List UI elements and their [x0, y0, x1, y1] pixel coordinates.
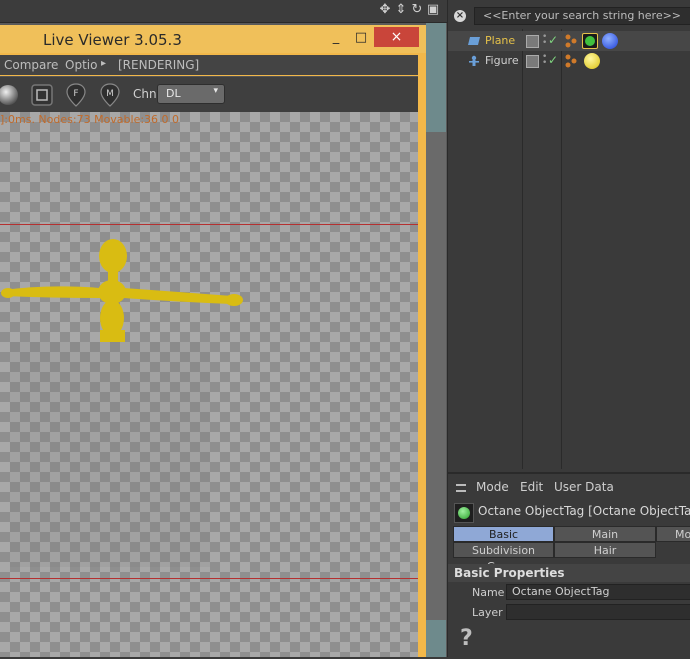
tab-basic[interactable]: Basic: [453, 526, 554, 542]
tab-main[interactable]: Main: [554, 526, 656, 542]
tab-hair[interactable]: Hair: [554, 542, 656, 558]
render-viewport[interactable]: ]:0ms. Nodes:73 Movable:36 0 0: [0, 112, 418, 657]
region-render-icon[interactable]: [30, 83, 54, 107]
attribute-manager: Mode Edit User Data Octane ObjectTag [Oc…: [448, 472, 690, 659]
menu-options[interactable]: Optio: [65, 58, 97, 72]
dolly-view-icon[interactable]: ⇕: [394, 3, 408, 17]
menu-mode[interactable]: Mode: [476, 480, 509, 494]
layer-label: Layer: [472, 606, 503, 619]
focus-pick-icon[interactable]: F: [64, 83, 88, 107]
section-header: Basic Properties: [448, 564, 690, 582]
menu-edit[interactable]: Edit: [520, 480, 543, 494]
maximize-button[interactable]: □: [349, 29, 373, 47]
c4d-viewport-edge-top: [426, 22, 446, 132]
minimize-button[interactable]: _: [324, 29, 348, 47]
search-input[interactable]: <<Enter your search string here>>: [474, 7, 690, 25]
menu-user-data[interactable]: User Data: [554, 480, 614, 494]
window-title: Live Viewer 3.05.3: [43, 31, 182, 49]
layer-field[interactable]: [506, 604, 690, 620]
right-panel: × <<Enter your search string here>> Plan…: [447, 0, 690, 659]
layer-dots-icon[interactable]: • •: [542, 33, 547, 48]
octane-object-tag-icon: [454, 503, 474, 523]
menu-compare[interactable]: Compare: [4, 58, 58, 72]
rotate-view-icon[interactable]: ↻: [410, 3, 424, 17]
object-name-plane[interactable]: Plane: [485, 34, 515, 47]
menu-icon[interactable]: [456, 484, 466, 492]
render-stats: ]:0ms. Nodes:73 Movable:36 0 0: [0, 113, 180, 126]
c4d-viewport-edge-bottom: [426, 620, 446, 657]
clear-search-icon[interactable]: ×: [454, 10, 466, 22]
object-list: [448, 29, 690, 469]
octane-tag-icon[interactable]: [564, 53, 578, 69]
maximize-view-icon[interactable]: ▣: [426, 3, 440, 17]
chevron-down-icon: ▾: [213, 86, 218, 96]
figure-render: [1, 239, 243, 342]
svg-text:F: F: [73, 89, 78, 99]
material-pick-icon[interactable]: M: [98, 83, 122, 107]
c4d-viewport-header: ✥ ⇕ ↻ ▣: [0, 0, 447, 23]
object-row-figure[interactable]: Figure • • ✓: [448, 51, 690, 71]
floor-plane-shadow: [10, 342, 210, 567]
close-button[interactable]: ×: [374, 27, 419, 47]
visibility-toggle[interactable]: [526, 55, 539, 68]
enabled-check-icon[interactable]: ✓: [548, 53, 558, 67]
svg-text:M: M: [106, 89, 114, 99]
render-status: [RENDERING]: [118, 58, 200, 72]
yellow-material-tag-icon[interactable]: [584, 53, 600, 69]
object-row-plane[interactable]: Plane • • ✓: [448, 31, 690, 51]
name-field[interactable]: Octane ObjectTag: [506, 584, 690, 600]
help-icon[interactable]: ?: [460, 626, 473, 651]
layer-dots-icon[interactable]: • •: [542, 53, 547, 68]
tab-motion[interactable]: Mo: [656, 526, 690, 542]
enabled-check-icon[interactable]: ✓: [548, 33, 558, 47]
channel-dropdown[interactable]: DL ▾: [157, 84, 225, 104]
name-label: Name: [472, 586, 505, 599]
red-guide-line-top: [0, 224, 418, 225]
octane-tag-icon[interactable]: [564, 33, 578, 49]
material-ball-icon[interactable]: [0, 83, 20, 107]
attribute-menubar: Mode Edit User Data: [448, 478, 690, 496]
object-name-figure[interactable]: Figure: [485, 54, 519, 67]
channel-value: DL: [166, 87, 181, 100]
octane-object-tag-icon[interactable]: [582, 33, 598, 49]
column-divider: [522, 29, 523, 469]
attribute-title-row: Octane ObjectTag [Octane ObjectTag]: [448, 500, 690, 524]
plane-object-icon: [468, 37, 480, 45]
tab-subdivision-group[interactable]: Subdivision Group: [453, 542, 554, 573]
submenu-arrow-icon: ▸: [101, 58, 107, 69]
live-viewer-toolbar: F M Chn: DL ▾: [0, 76, 418, 113]
section-title: Basic Properties: [454, 566, 565, 580]
live-viewer-titlebar[interactable]: Live Viewer 3.05.3 _ □ ×: [0, 25, 426, 53]
red-guide-line-bottom: [0, 578, 418, 579]
search-bar: × <<Enter your search string here>>: [448, 6, 690, 28]
column-divider: [561, 29, 562, 469]
visibility-toggle[interactable]: [526, 35, 539, 48]
move-view-icon[interactable]: ✥: [378, 3, 392, 17]
live-viewer-window: Live Viewer 3.05.3 _ □ × Compare Optio ▸…: [0, 25, 426, 657]
figure-object-icon: [469, 55, 479, 66]
blue-material-tag-icon[interactable]: [602, 33, 618, 49]
attribute-title: Octane ObjectTag [Octane ObjectTag]: [478, 504, 690, 518]
live-viewer-menubar: Compare Optio ▸ [RENDERING]: [0, 55, 418, 75]
